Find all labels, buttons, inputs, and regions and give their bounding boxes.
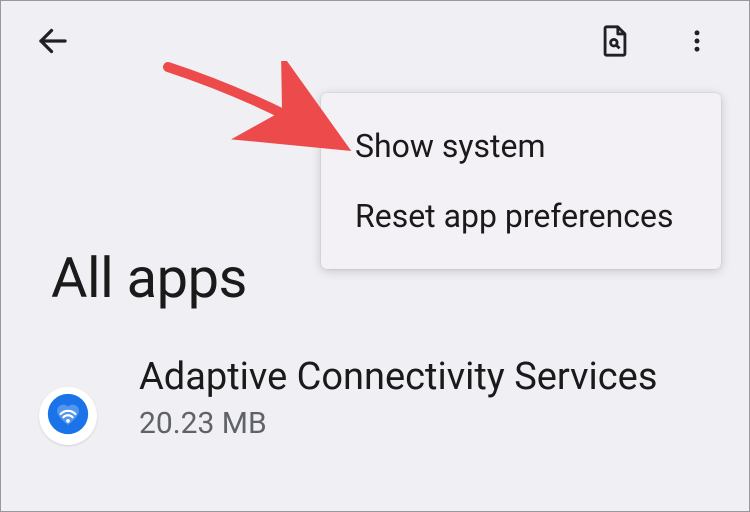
- menu-item-reset-app-preferences[interactable]: Reset app preferences: [321, 181, 721, 251]
- more-vert-icon: [683, 27, 711, 59]
- menu-item-show-system[interactable]: Show system: [321, 111, 721, 181]
- heart-wifi-icon: [46, 392, 90, 440]
- app-size: 20.23 MB: [139, 406, 657, 441]
- app-name: Adaptive Connectivity Services: [139, 355, 657, 401]
- page-search-icon: [598, 24, 632, 62]
- back-button[interactable]: [31, 21, 75, 65]
- app-icon: [39, 387, 97, 445]
- app-list-item[interactable]: Adaptive Connectivity Services 20.23 MB: [39, 351, 699, 445]
- back-arrow-icon: [35, 23, 71, 63]
- search-button[interactable]: [593, 21, 637, 65]
- overflow-menu-button[interactable]: [675, 21, 719, 65]
- overflow-menu: Show system Reset app preferences: [321, 93, 721, 269]
